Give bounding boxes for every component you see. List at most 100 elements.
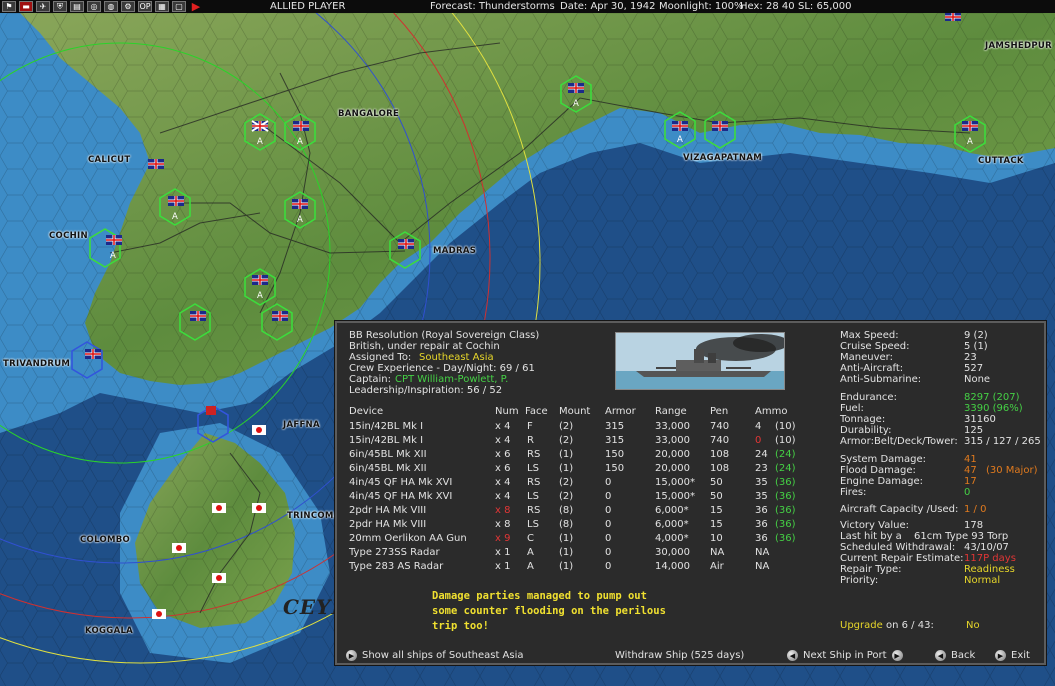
- unit-marker[interactable]: A: [257, 137, 263, 147]
- ship-icon[interactable]: ▬: [19, 1, 33, 12]
- unit-marker[interactable]: A: [297, 137, 303, 147]
- flag-icon[interactable]: ⚑: [2, 1, 16, 12]
- city-madras[interactable]: MADRAS: [433, 246, 476, 256]
- unit-marker[interactable]: A: [967, 137, 973, 147]
- withdraw-ship-button[interactable]: Withdraw Ship (525 days): [615, 650, 744, 661]
- flood-damage-major: (30 Major): [986, 465, 1038, 476]
- city-trivandrum[interactable]: TRIVANDRUM: [3, 359, 70, 369]
- city-cochin[interactable]: COCHIN: [49, 231, 88, 241]
- engine-damage-label: Engine Damage:: [840, 476, 924, 487]
- arrow-left-icon: ◀: [787, 650, 798, 661]
- unit-marker[interactable]: A: [110, 251, 116, 261]
- moonlight-label: Moonlight: 100%: [659, 1, 744, 12]
- table-row[interactable]: 15in/42BL Mk I x 4 F (2) 315 33,000 740 4 (10): [337, 421, 817, 435]
- num-cell: x 4: [495, 477, 511, 488]
- table-row[interactable]: Type 273SS Radar x 1 A (1) 0 30,000 NA NA: [337, 547, 817, 561]
- armor-cell: 150: [605, 449, 625, 460]
- city-koggala[interactable]: KOGGALA: [85, 626, 133, 636]
- device-cell: 4in/45 QF HA Mk XVI: [349, 477, 453, 488]
- unit-marker[interactable]: A: [573, 99, 579, 109]
- aircraft-icon[interactable]: ✈: [36, 1, 50, 12]
- ammo-cell: 4: [755, 421, 762, 432]
- op-icon[interactable]: OP: [138, 1, 152, 12]
- unit-marker[interactable]: A: [257, 291, 263, 301]
- city-cuttack[interactable]: CUTTACK: [978, 156, 1024, 166]
- armor-value: 315 / 127 / 265: [964, 436, 1041, 447]
- ground-unit-icon[interactable]: ⛨: [53, 1, 67, 12]
- repair-type-value[interactable]: Readiness: [964, 564, 1015, 575]
- table-row[interactable]: 6in/45BL Mk XII x 6 LS (1) 150 20,000 108 23 (24…: [337, 463, 817, 477]
- target-icon[interactable]: ◎: [87, 1, 101, 12]
- toolbar-icons: ⚑ ▬ ✈ ⛨ ▤ ◎ ◍ ⚙ OP ▦ ▢ ▶: [2, 0, 203, 13]
- num-cell: x 6: [495, 463, 511, 474]
- table-row[interactable]: 2pdr HA Mk VIII x 8 LS (8) 0 6,000* 15 36 (36): [337, 519, 817, 533]
- back-label: Back: [951, 650, 976, 661]
- ship-detail-panel: BB Resolution (Royal Sovereign Class) Br…: [335, 321, 1046, 665]
- sl-label: SL: 65,000: [798, 1, 852, 12]
- device-cell: 15in/42BL Mk I: [349, 435, 424, 446]
- ammo-cell: 36: [755, 505, 768, 516]
- ammo-max-cell: (36): [775, 533, 796, 544]
- captain-value[interactable]: CPT William-Powlett, P.: [395, 374, 508, 385]
- globe-icon[interactable]: ◍: [104, 1, 118, 12]
- mount-cell: (2): [559, 435, 574, 446]
- range-cell: 4,000*: [655, 533, 689, 544]
- city-jamshedpur[interactable]: JAMSHEDPUR: [985, 41, 1052, 51]
- col-header-pen: Pen: [710, 406, 729, 417]
- pen-cell: 50: [710, 477, 723, 488]
- city-trincomalee[interactable]: TRINCOMA: [287, 511, 341, 521]
- unit-marker[interactable]: A: [677, 135, 683, 145]
- ammo-max-cell: (10): [775, 421, 796, 432]
- unit-marker[interactable]: A: [172, 212, 178, 222]
- upgrade-link[interactable]: Upgrade: [840, 620, 883, 631]
- city-vizagapatnam[interactable]: VIZAGAPATNAM: [683, 153, 762, 163]
- device-cell: 2pdr HA Mk VIII: [349, 505, 427, 516]
- fuel-value: 3390 (96%): [964, 403, 1023, 414]
- window-icon[interactable]: ▢: [172, 1, 186, 12]
- top-bar: ⚑ ▬ ✈ ⛨ ▤ ◎ ◍ ⚙ OP ▦ ▢ ▶ ALLIED PLAYER F…: [0, 0, 1055, 13]
- unit-marker[interactable]: A: [297, 215, 303, 225]
- table-row[interactable]: 15in/42BL Mk I x 4 R (2) 315 33,000 740 0 (10): [337, 435, 817, 449]
- table-row[interactable]: 20mm Oerlikon AA Gun x 9 C (1) 0 4,000* 10 36 (3…: [337, 533, 817, 547]
- face-cell: LS: [527, 463, 539, 474]
- exit-button[interactable]: ▶ Exit: [995, 650, 1030, 661]
- mount-cell: (1): [559, 547, 574, 558]
- settings-icon[interactable]: ⚙: [121, 1, 135, 12]
- table-row[interactable]: Type 283 AS Radar x 1 A (1) 0 14,000 Air NA: [337, 561, 817, 575]
- table-row[interactable]: 6in/45BL Mk XII x 6 RS (1) 150 20,000 108 24 (24…: [337, 449, 817, 463]
- back-button[interactable]: ◀ Back: [935, 650, 975, 661]
- upgrade-value[interactable]: No: [966, 620, 980, 631]
- aircraft-capacity-value: 1 / 0: [964, 504, 987, 515]
- assigned-value[interactable]: Southeast Asia: [419, 352, 494, 363]
- mount-cell: (2): [559, 421, 574, 432]
- col-header-armor: Armor: [605, 406, 636, 417]
- table-row[interactable]: 4in/45 QF HA Mk XVI x 4 RS (2) 0 15,000* 50 35 (…: [337, 477, 817, 491]
- range-cell: 15,000*: [655, 491, 695, 502]
- flood-damage-label: Flood Damage:: [840, 465, 916, 476]
- city-calicut[interactable]: CALICUT: [88, 155, 130, 165]
- priority-value[interactable]: Normal: [964, 575, 1000, 586]
- play-icon[interactable]: ▶: [189, 0, 203, 13]
- range-cell: 33,000: [655, 435, 690, 446]
- withdraw-ship-label: Withdraw Ship (525 days): [615, 650, 745, 661]
- report-icon[interactable]: ▦: [155, 1, 169, 12]
- date-label: Date: Apr 30, 1942: [560, 1, 656, 12]
- ammo-cell: 24: [755, 449, 768, 460]
- endurance-label: Endurance:: [840, 392, 897, 403]
- city-jaffna[interactable]: JAFFNA: [283, 420, 320, 430]
- mount-cell: (2): [559, 477, 574, 488]
- durability-label: Durability:: [840, 425, 892, 436]
- next-ship-button[interactable]: ◀ Next Ship in Port ▶: [787, 650, 903, 661]
- city-bangalore[interactable]: BANGALORE: [338, 109, 399, 119]
- ammo-cell: 35: [755, 491, 768, 502]
- table-row[interactable]: 2pdr HA Mk VIII x 8 RS (8) 0 6,000* 15 36 (36): [337, 505, 817, 519]
- cruise-speed-label: Cruise Speed:: [840, 341, 910, 352]
- table-row[interactable]: 4in/45 QF HA Mk XVI x 4 LS (2) 0 15,000* 50 35 (…: [337, 491, 817, 505]
- armor-cell: 0: [605, 561, 612, 572]
- document-icon[interactable]: ▤: [70, 1, 84, 12]
- city-colombo[interactable]: COLOMBO: [80, 535, 130, 545]
- num-cell: x 6: [495, 449, 511, 460]
- pen-cell: 10: [710, 533, 723, 544]
- show-all-ships-button[interactable]: ▶ Show all ships of Southeast Asia: [346, 650, 524, 661]
- mount-cell: (1): [559, 561, 574, 572]
